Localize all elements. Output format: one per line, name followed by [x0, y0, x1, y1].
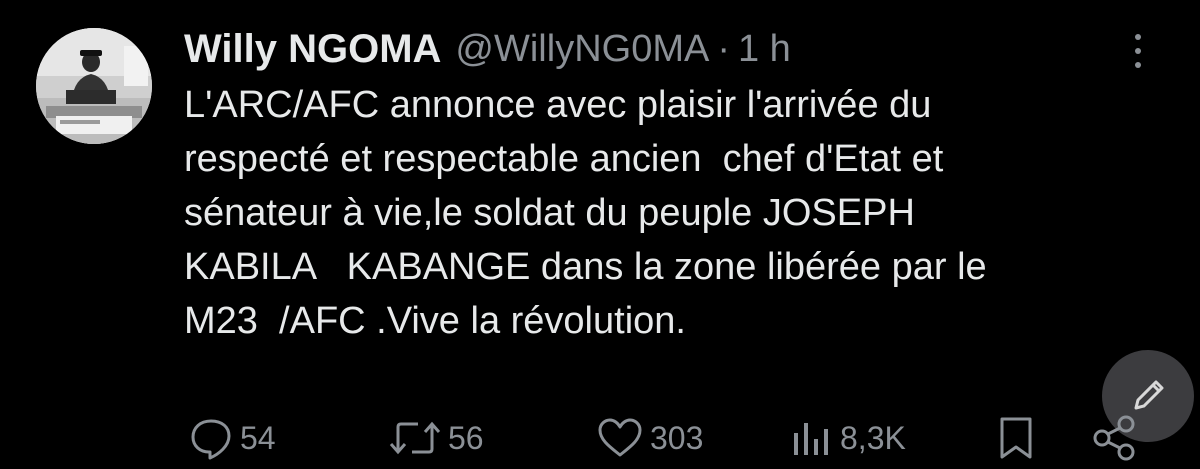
repost-button[interactable]: 56	[388, 412, 484, 464]
like-count: 303	[650, 419, 704, 456]
views-button[interactable]: 8,3K	[788, 412, 906, 464]
more-dot	[1135, 34, 1141, 40]
share-icon	[1093, 415, 1135, 461]
heart-icon	[598, 418, 642, 457]
avatar-photo	[36, 28, 152, 144]
reply-count: 54	[240, 419, 276, 456]
views-count: 8,3K	[840, 419, 906, 456]
repost-icon	[389, 421, 441, 455]
like-button[interactable]: 303	[596, 412, 703, 464]
separator-dot: ·	[717, 27, 730, 70]
timestamp[interactable]: 1 h	[738, 28, 791, 71]
more-dot	[1135, 62, 1141, 68]
compose-icon	[1134, 380, 1164, 410]
author-name[interactable]: Willy NGOMA	[184, 27, 441, 72]
tweet-header: Willy NGOMA @WillyNG0MA · 1 h	[184, 24, 791, 74]
bookmark-button[interactable]	[996, 412, 1036, 464]
avatar[interactable]	[36, 28, 152, 144]
more-icon[interactable]	[1128, 34, 1148, 68]
share-button[interactable]	[1090, 412, 1138, 464]
repost-count: 56	[448, 419, 484, 456]
tweet-text: L'ARC/AFC annonce avec plaisir l'arrivée…	[184, 84, 987, 342]
reply-icon	[191, 419, 231, 460]
views-icon	[794, 423, 828, 455]
more-dot	[1135, 48, 1141, 54]
author-handle[interactable]: @WillyNG0MA	[455, 28, 709, 71]
action-bar: 54 56 303 8,3K	[0, 412, 1200, 464]
bookmark-icon	[1000, 417, 1032, 459]
reply-button[interactable]: 54	[188, 412, 276, 464]
